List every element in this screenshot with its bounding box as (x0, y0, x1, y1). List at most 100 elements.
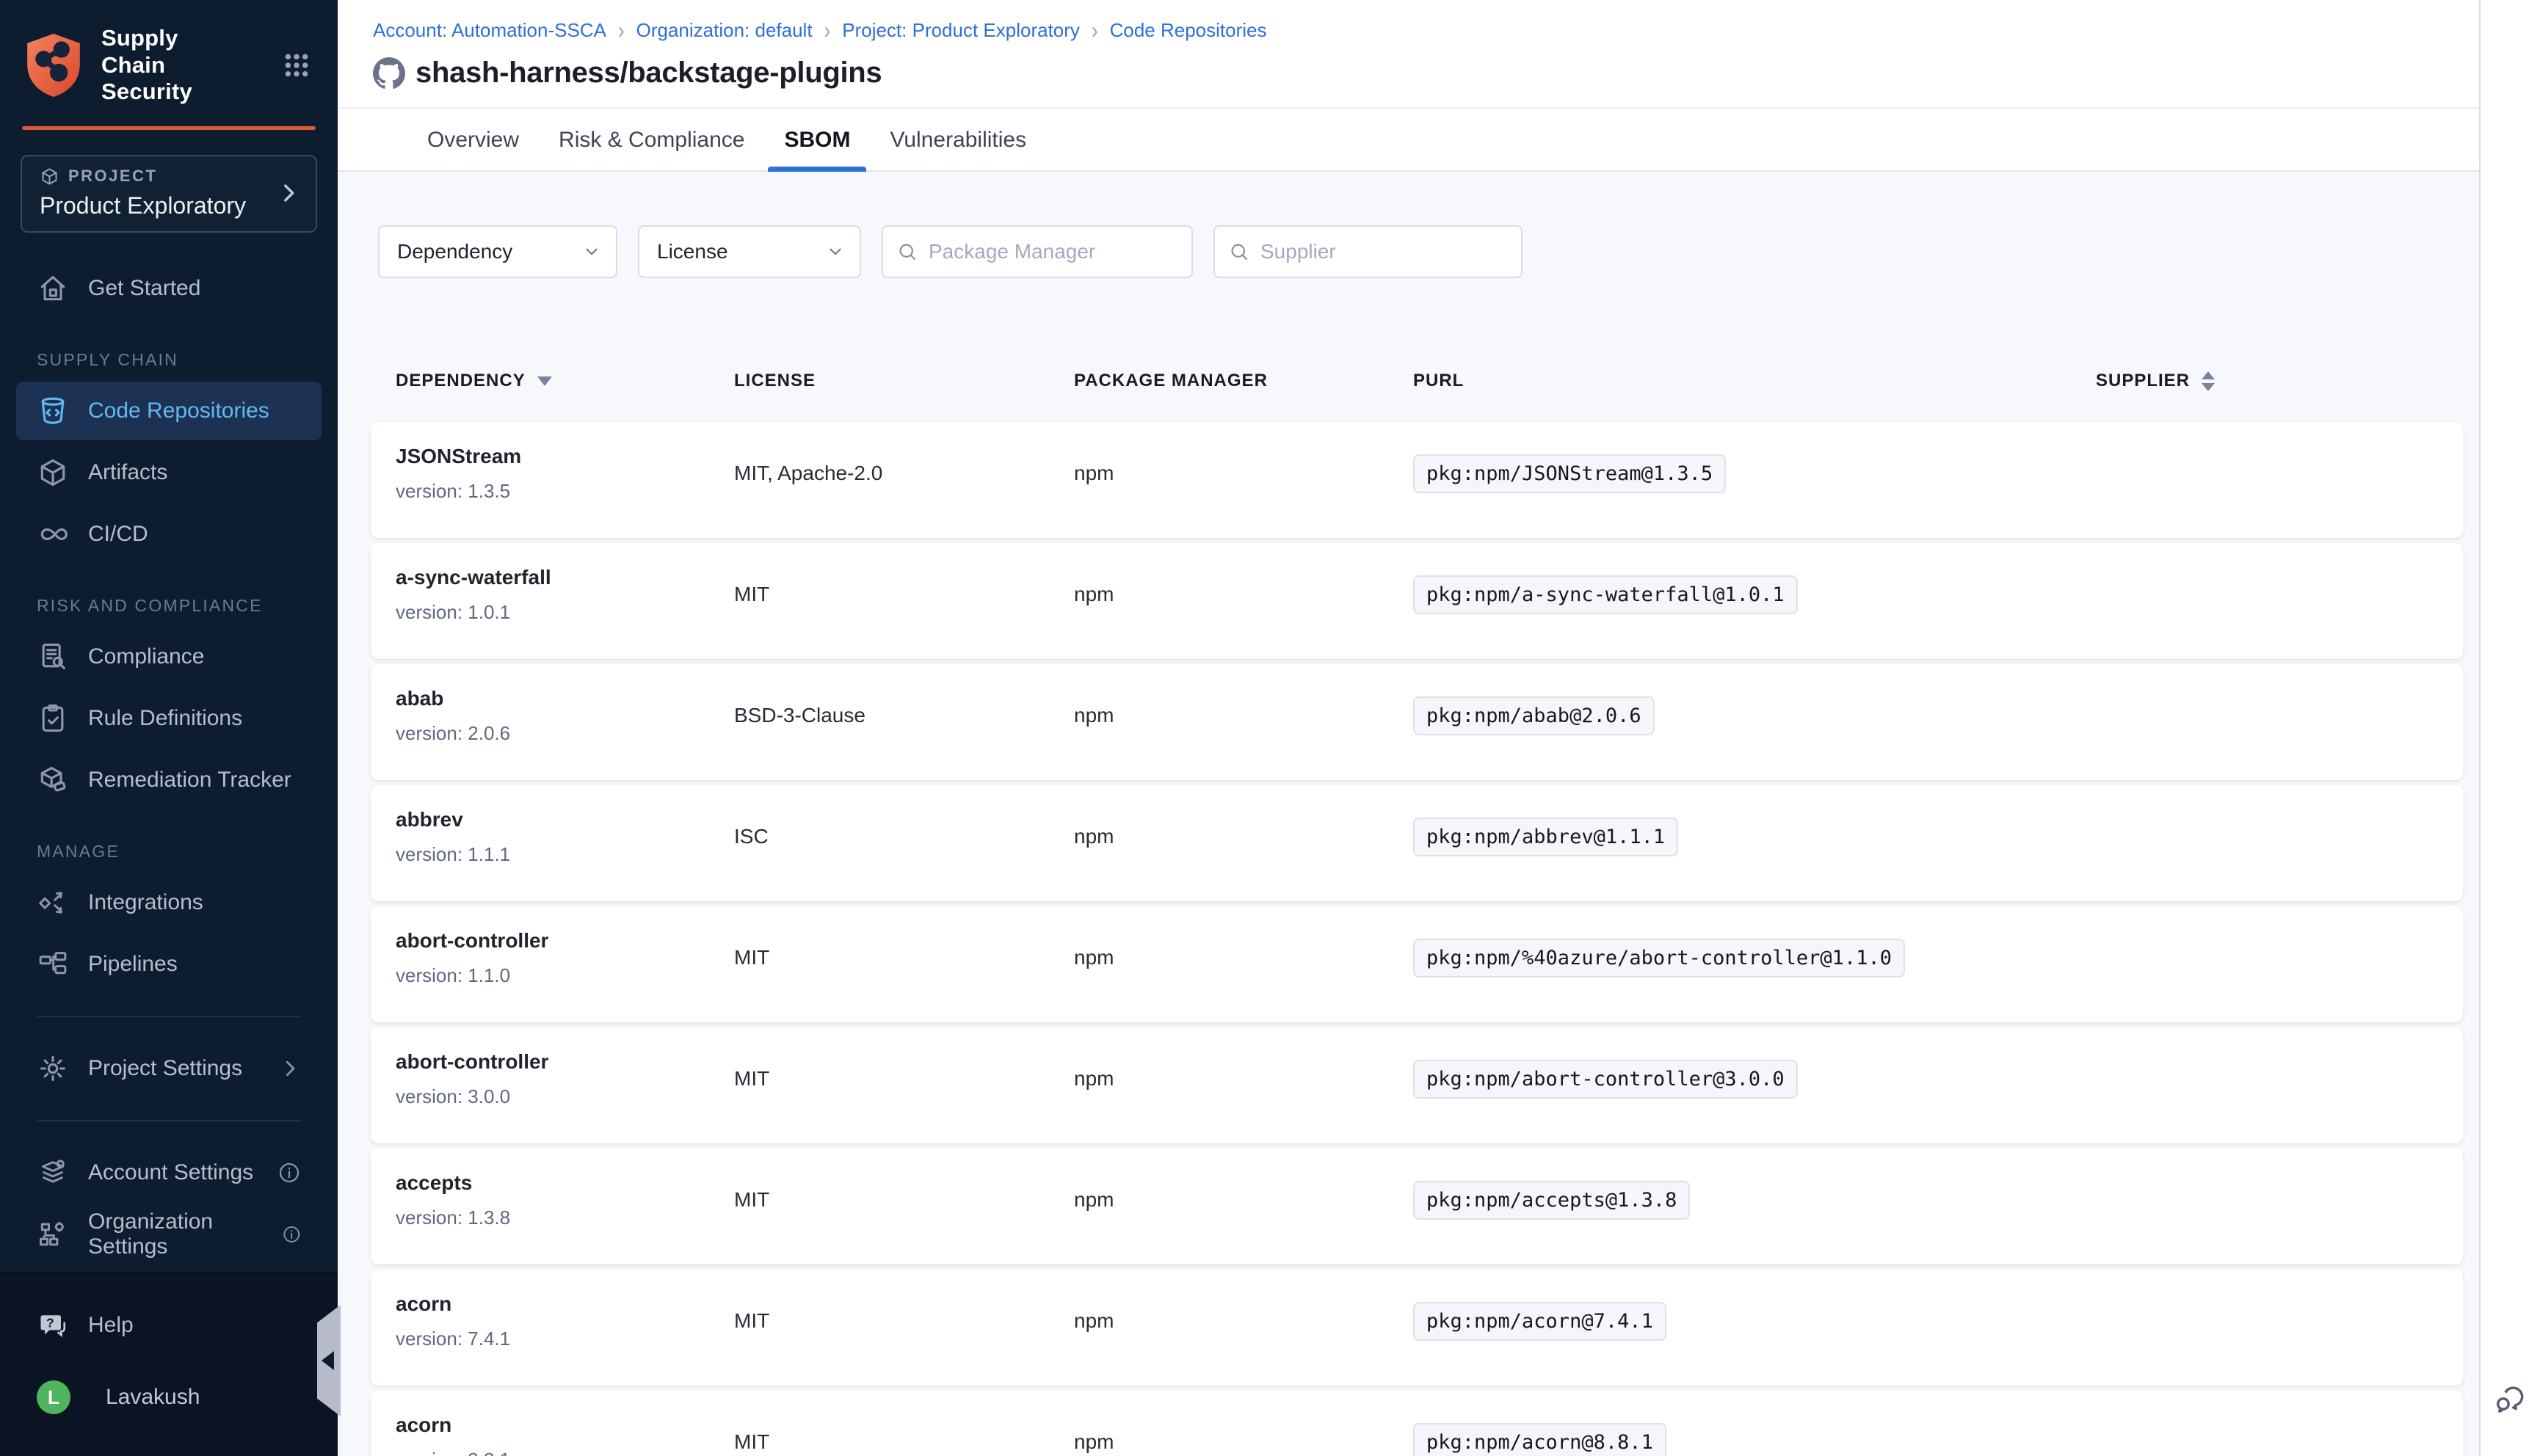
breadcrumb-code-repositories[interactable]: Code Repositories (1110, 19, 1267, 42)
package-manager-cell: npm (1074, 462, 1413, 485)
search-icon (1228, 241, 1250, 263)
purl-chip: pkg:npm/a-sync-waterfall@1.0.1 (1413, 575, 1798, 614)
sidebar-item-label: Organization Settings (88, 1209, 263, 1259)
info-icon[interactable] (277, 1161, 301, 1184)
chat-bubbles-icon[interactable] (2491, 1383, 2527, 1418)
sidebar-collapse-handle[interactable] (317, 1305, 341, 1416)
table-row[interactable]: abort-controller version: 1.1.0 MIT npm … (371, 906, 2463, 1022)
purl-chip: pkg:npm/abort-controller@3.0.0 (1413, 1060, 1798, 1099)
table-row[interactable]: acorn version: 7.4.1 MIT npm pkg:npm/aco… (371, 1270, 2463, 1386)
breadcrumb-separator: › (1092, 16, 1098, 45)
sidebar-item-get-started[interactable]: Get Started (16, 259, 322, 318)
purl-chip: pkg:npm/abab@2.0.6 (1413, 696, 1655, 735)
sidebar-item-cicd[interactable]: CI/CD (16, 505, 322, 564)
sidebar-item-label: Integrations (88, 890, 203, 915)
tab-bar: Overview Risk & Compliance SBOM Vulnerab… (338, 109, 2479, 172)
table-row[interactable]: acorn version: 8.8.1 MIT npm pkg:npm/aco… (371, 1391, 2463, 1456)
filter-bar: Dependency License (378, 225, 2463, 278)
info-icon[interactable] (282, 1223, 302, 1246)
column-header-supplier[interactable]: SUPPLIER (2096, 371, 2463, 391)
license-filter-select[interactable]: License (638, 225, 861, 278)
sidebar-item-label: Compliance (88, 644, 204, 669)
column-header-dependency[interactable]: DEPENDENCY (396, 371, 734, 391)
module-grid-menu-icon[interactable] (277, 46, 316, 84)
project-label: PROJECT (68, 167, 157, 186)
license-cell: MIT (734, 1067, 1074, 1091)
sidebar-item-compliance[interactable]: Compliance (16, 627, 322, 686)
license-cell: MIT (734, 1188, 1074, 1212)
table-row[interactable]: JSONStream version: 1.3.5 MIT, Apache-2.… (371, 422, 2463, 538)
dependency-filter-value: Dependency (397, 240, 512, 263)
purl-cell: pkg:npm/acorn@8.8.1 (1413, 1423, 2096, 1456)
tab-risk-compliance[interactable]: Risk & Compliance (556, 109, 747, 170)
tab-sbom[interactable]: SBOM (781, 109, 853, 170)
package-manager-cell: npm (1074, 825, 1413, 848)
sidebar-item-help[interactable]: ? Help (16, 1296, 322, 1355)
sidebar-item-code-repositories[interactable]: Code Repositories (16, 382, 322, 440)
dependency-name: abort-controller (396, 929, 734, 953)
tab-overview[interactable]: Overview (424, 109, 522, 170)
dependency-cell: acorn version: 7.4.1 (396, 1292, 734, 1350)
package-manager-cell: npm (1074, 1188, 1413, 1212)
sidebar-item-pipelines[interactable]: Pipelines (16, 935, 322, 994)
dependency-cell: abort-controller version: 1.1.0 (396, 929, 734, 987)
chevron-down-icon (582, 242, 601, 261)
title-row: shash-harness/backstage-plugins (373, 42, 2479, 107)
dependency-cell: abab version: 2.0.6 (396, 687, 734, 745)
breadcrumb: Account: Automation-SSCA › Organization:… (373, 19, 2479, 42)
sidebar-nav: Get Started SUPPLY CHAIN Code Repositori… (0, 233, 338, 1267)
chevron-right-icon (276, 181, 301, 205)
table-row[interactable]: a-sync-waterfall version: 1.0.1 MIT npm … (371, 543, 2463, 659)
sidebar-item-remediation-tracker[interactable]: Remediation Tracker (16, 751, 322, 809)
sidebar-item-project-settings[interactable]: Project Settings (16, 1039, 322, 1098)
sidebar-item-integrations[interactable]: Integrations (16, 873, 322, 932)
sidebar-item-label: Get Started (88, 276, 200, 301)
package-manager-cell: npm (1074, 1309, 1413, 1333)
supplier-input[interactable] (1260, 240, 1508, 263)
sidebar-item-rule-definitions[interactable]: Rule Definitions (16, 689, 322, 748)
breadcrumb-separator: › (618, 16, 625, 45)
dependency-name: abort-controller (396, 1050, 734, 1074)
dependency-version: version: 1.1.0 (396, 964, 734, 987)
purl-chip: pkg:npm/accepts@1.3.8 (1413, 1181, 1690, 1220)
user-menu[interactable]: L Lavakush (16, 1368, 322, 1427)
breadcrumb-account[interactable]: Account: Automation-SSCA (373, 19, 606, 42)
shield-logo-icon (22, 31, 85, 100)
sidebar-item-label: Project Settings (88, 1056, 242, 1081)
infinity-icon (37, 518, 69, 550)
table-row[interactable]: abab version: 2.0.6 BSD-3-Clause npm pkg… (371, 664, 2463, 780)
sbom-table: JSONStream version: 1.3.5 MIT, Apache-2.… (371, 422, 2463, 1456)
dependency-version: version: 2.0.6 (396, 722, 734, 745)
purl-chip: pkg:npm/acorn@7.4.1 (1413, 1302, 1666, 1341)
package-manager-cell: npm (1074, 583, 1413, 606)
svg-text:?: ? (46, 1316, 54, 1331)
app-logo-row: Supply Chain Security (0, 0, 338, 126)
sidebar-item-artifacts[interactable]: Artifacts (16, 443, 322, 502)
sidebar-item-organization-settings[interactable]: Organization Settings (16, 1205, 322, 1264)
breadcrumb-organization[interactable]: Organization: default (636, 19, 813, 42)
main-area: Account: Automation-SSCA › Organization:… (338, 0, 2479, 1456)
table-row[interactable]: abbrev version: 1.1.1 ISC npm pkg:npm/ab… (371, 785, 2463, 901)
package-manager-input[interactable] (929, 240, 1178, 263)
table-row[interactable]: accepts version: 1.3.8 MIT npm pkg:npm/a… (371, 1149, 2463, 1264)
license-filter-value: License (657, 240, 728, 263)
search-icon (896, 241, 918, 263)
sidebar-section-risk: RISK AND COMPLIANCE (16, 596, 322, 616)
sidebar-item-label: Artifacts (88, 460, 167, 485)
package-manager-cell: npm (1074, 704, 1413, 727)
help-chat-icon: ? (37, 1309, 69, 1342)
sidebar-item-account-settings[interactable]: Account Settings (16, 1143, 322, 1202)
dependency-cell: a-sync-waterfall version: 1.0.1 (396, 566, 734, 624)
purl-cell: pkg:npm/abab@2.0.6 (1413, 696, 2096, 735)
dependency-cell: abbrev version: 1.1.1 (396, 808, 734, 866)
dependency-filter-select[interactable]: Dependency (378, 225, 617, 278)
sidebar-item-label: Help (88, 1313, 134, 1338)
table-row[interactable]: abort-controller version: 3.0.0 MIT npm … (371, 1027, 2463, 1143)
dependency-name: acorn (396, 1292, 734, 1316)
project-selector[interactable]: PROJECT Product Exploratory (21, 155, 317, 233)
github-icon (373, 57, 405, 90)
sidebar-section-manage: MANAGE (16, 842, 322, 862)
table-header: DEPENDENCY LICENSE PACKAGE MANAGER PURL … (371, 371, 2463, 391)
tab-vulnerabilities[interactable]: Vulnerabilities (887, 109, 1029, 170)
breadcrumb-project[interactable]: Project: Product Exploratory (842, 19, 1080, 42)
